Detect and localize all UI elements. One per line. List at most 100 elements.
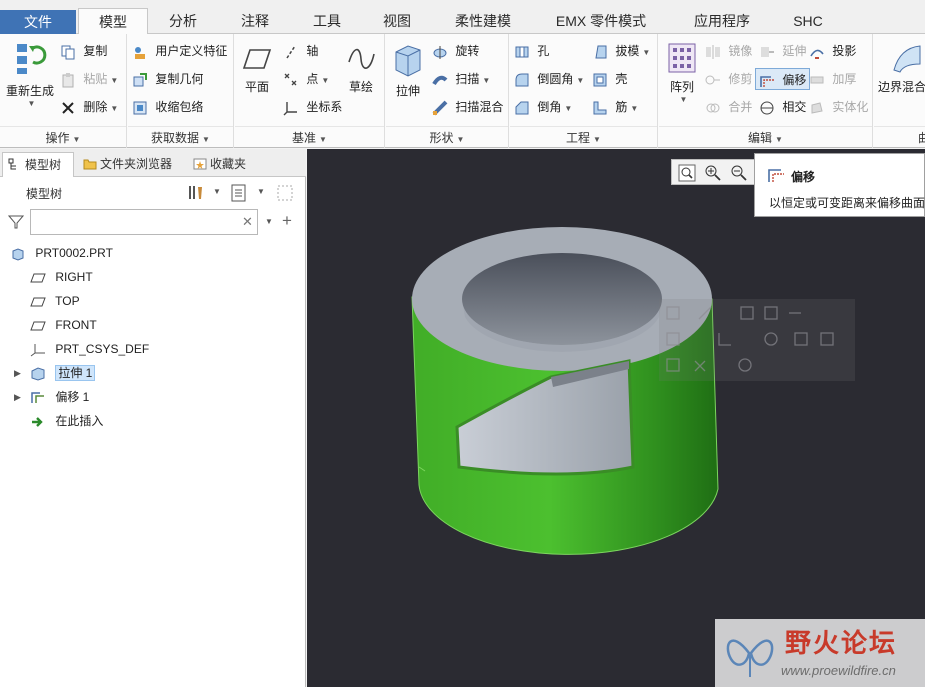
model-3d-view[interactable]	[307, 149, 925, 687]
group-operations: 重新生成 ▼ 复制 粘贴 ▼ 删除 ▼ 操作 ▼	[0, 34, 127, 148]
chevron-down-icon: ▼	[482, 76, 491, 85]
chevron-down-icon[interactable]: ▼	[265, 217, 273, 226]
chevron-down-icon: ▼	[679, 95, 688, 104]
navigator-tabs: 模型树 文件夹浏览器 收藏夹	[0, 149, 306, 177]
shell-button[interactable]: 壳	[592, 68, 627, 90]
swept-blend-button[interactable]: 扫描混合	[432, 96, 503, 118]
intersect-button[interactable]: 相交	[759, 96, 806, 118]
chamfer-button[interactable]: 倒角 ▼	[514, 96, 572, 118]
group-label-get-data[interactable]: 获取数据 ▼	[128, 126, 233, 148]
watermark-title: 野火论坛	[785, 629, 898, 659]
model-tree-search-input[interactable]	[30, 209, 258, 235]
sweep-button[interactable]: 扫描 ▼	[432, 68, 490, 90]
tab-annotate[interactable]: 注释	[222, 8, 288, 34]
sketch-button[interactable]: 草绘	[343, 44, 379, 95]
clear-x-icon[interactable]: ✕	[242, 214, 253, 230]
trim-button[interactable]: 修剪	[705, 68, 752, 90]
group-label-shapes[interactable]: 形状 ▼	[386, 126, 508, 148]
add-plus-icon[interactable]: +	[282, 211, 292, 231]
model-tree-header: 模型树 ▼ ▼	[0, 179, 306, 207]
project-button[interactable]: 投影	[809, 40, 856, 62]
mirror-button[interactable]: 镜像	[705, 40, 752, 62]
filter-funnel-icon[interactable]	[8, 214, 24, 230]
regenerate-button[interactable]: 重新生成 ▼	[4, 40, 56, 108]
tree-item-top[interactable]: TOP	[30, 291, 80, 311]
axis-button[interactable]: 轴	[283, 40, 318, 62]
offset-icon	[768, 169, 784, 182]
tab-applications[interactable]: 应用程序	[672, 8, 772, 34]
csys-icon	[283, 101, 297, 116]
tab-analysis[interactable]: 分析	[150, 8, 216, 34]
tab-emx[interactable]: EMX 零件模式	[536, 8, 666, 34]
expand-arrow-icon[interactable]: ▶	[14, 387, 21, 407]
rib-button[interactable]: 筋 ▼	[592, 96, 638, 118]
group-label-engineering[interactable]: 工程 ▼	[510, 126, 657, 148]
draft-button[interactable]: 拔模 ▼	[592, 40, 650, 62]
rib-icon	[593, 101, 607, 115]
plane-button[interactable]: 平面	[239, 44, 275, 95]
shrinkwrap-button[interactable]: 收缩包络	[132, 96, 203, 118]
udf-button[interactable]: 用户定义特征	[132, 40, 227, 62]
thicken-button[interactable]: 加厚	[809, 68, 856, 90]
view-toolbar	[671, 159, 761, 185]
group-label-datum[interactable]: 基准 ▼	[235, 126, 384, 148]
tab-shc[interactable]: SHC	[778, 8, 838, 34]
tab-file[interactable]: 文件	[0, 10, 76, 34]
settings-tools-icon[interactable]	[186, 183, 206, 203]
csys-icon	[30, 343, 45, 357]
tab-view[interactable]: 视图	[364, 8, 430, 34]
show-list-icon[interactable]	[230, 183, 248, 203]
solidify-button[interactable]: 实体化	[809, 96, 868, 118]
tree-item-root[interactable]: PRT0002.PRT	[10, 243, 113, 263]
csys-button[interactable]: 坐标系	[283, 96, 342, 118]
tree-item-front[interactable]: FRONT	[30, 315, 97, 335]
chevron-down-icon[interactable]: ▼	[257, 187, 265, 196]
model-tree-icon	[8, 158, 16, 170]
boundary-blend-button[interactable]: 边界混合	[878, 42, 925, 95]
merge-button[interactable]: 合并	[705, 96, 752, 118]
zoom-out-icon[interactable]	[730, 164, 748, 182]
mirror-icon	[706, 44, 720, 59]
tree-item-extrude-1[interactable]: ▶ 拉伸 1	[14, 363, 96, 383]
tree-item-offset-1[interactable]: ▶ 偏移 1	[14, 387, 89, 407]
group-label-editing[interactable]: 编辑 ▼	[659, 126, 872, 148]
delete-button[interactable]: 删除 ▼	[60, 96, 118, 118]
copy-button[interactable]: 复制	[60, 40, 107, 62]
paste-button[interactable]: 粘贴 ▼	[60, 68, 118, 90]
copy-geometry-button[interactable]: 复制几何	[132, 68, 203, 90]
revolve-button[interactable]: 旋转	[432, 40, 479, 62]
round-button[interactable]: 倒圆角 ▼	[514, 68, 584, 90]
udf-icon	[135, 46, 145, 59]
hole-button[interactable]: 孔	[514, 40, 549, 62]
zoom-in-icon[interactable]	[704, 164, 722, 182]
tab-tools[interactable]: 工具	[294, 8, 360, 34]
round-icon	[515, 73, 529, 87]
tab-folder-browser[interactable]: 文件夹浏览器	[78, 152, 184, 177]
tree-item-csys[interactable]: PRT_CSYS_DEF	[30, 339, 149, 359]
mini-toolbar-icons	[666, 306, 834, 372]
group-label-operations[interactable]: 操作 ▼	[0, 126, 126, 148]
tab-model-tree[interactable]: 模型树	[2, 152, 74, 177]
tab-flexible-modeling[interactable]: 柔性建模	[436, 8, 530, 34]
pattern-button[interactable]: 阵列 ▼	[663, 42, 701, 104]
chamfer-icon	[515, 101, 529, 115]
mini-toolbar[interactable]	[659, 299, 855, 381]
watermark-url: www.proewildfire.cn	[781, 663, 896, 678]
group-label-surfaces[interactable]: 曲	[874, 126, 925, 148]
point-button[interactable]: 点 ▼	[283, 68, 329, 90]
offset-button[interactable]: 偏移	[755, 68, 811, 90]
tree-item-insert-here[interactable]: 在此插入	[30, 411, 103, 431]
chevron-down-icon[interactable]: ▼	[213, 187, 221, 196]
extend-button[interactable]: 延伸	[759, 40, 806, 62]
tree-item-right[interactable]: RIGHT	[30, 267, 93, 287]
refit-icon[interactable]	[678, 164, 696, 182]
extrude-button[interactable]: 拉伸	[390, 40, 426, 99]
tree-columns-icon[interactable]	[276, 183, 296, 203]
expand-arrow-icon[interactable]: ▶	[14, 363, 21, 383]
copy-icon	[61, 45, 75, 60]
tab-model[interactable]: 模型	[78, 8, 148, 35]
chevron-down-icon: ▼	[321, 76, 330, 85]
tab-favorites[interactable]: 收藏夹	[188, 152, 260, 177]
extrude-icon	[395, 45, 421, 77]
graphics-viewport[interactable]: 偏移 以恒定或可变距离来偏移曲面 野火论坛 www.proewildfire.c…	[307, 149, 925, 687]
